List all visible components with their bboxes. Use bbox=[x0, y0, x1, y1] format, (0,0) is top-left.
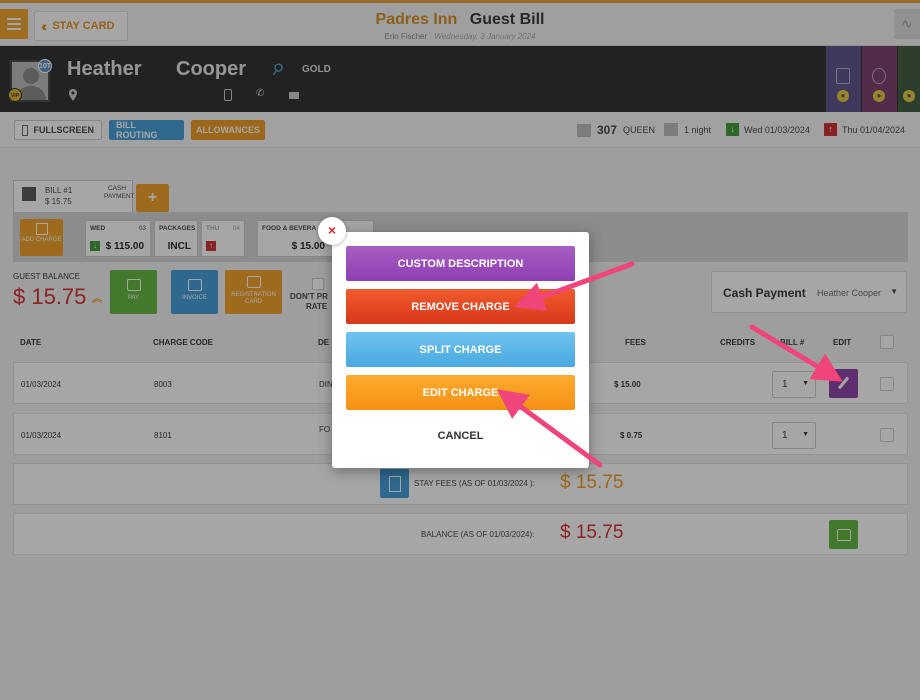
remove-charge-button[interactable]: REMOVE CHARGE bbox=[346, 289, 575, 324]
cancel-button[interactable]: CANCEL bbox=[346, 418, 575, 453]
charge-options-modal: CUSTOM DESCRIPTION REMOVE CHARGE SPLIT C… bbox=[332, 232, 589, 468]
custom-description-button[interactable]: CUSTOM DESCRIPTION bbox=[346, 246, 575, 281]
split-charge-button[interactable]: SPLIT CHARGE bbox=[346, 332, 575, 367]
close-icon[interactable]: × bbox=[318, 217, 346, 245]
edit-charge-button[interactable]: EDIT CHARGE bbox=[346, 375, 575, 410]
